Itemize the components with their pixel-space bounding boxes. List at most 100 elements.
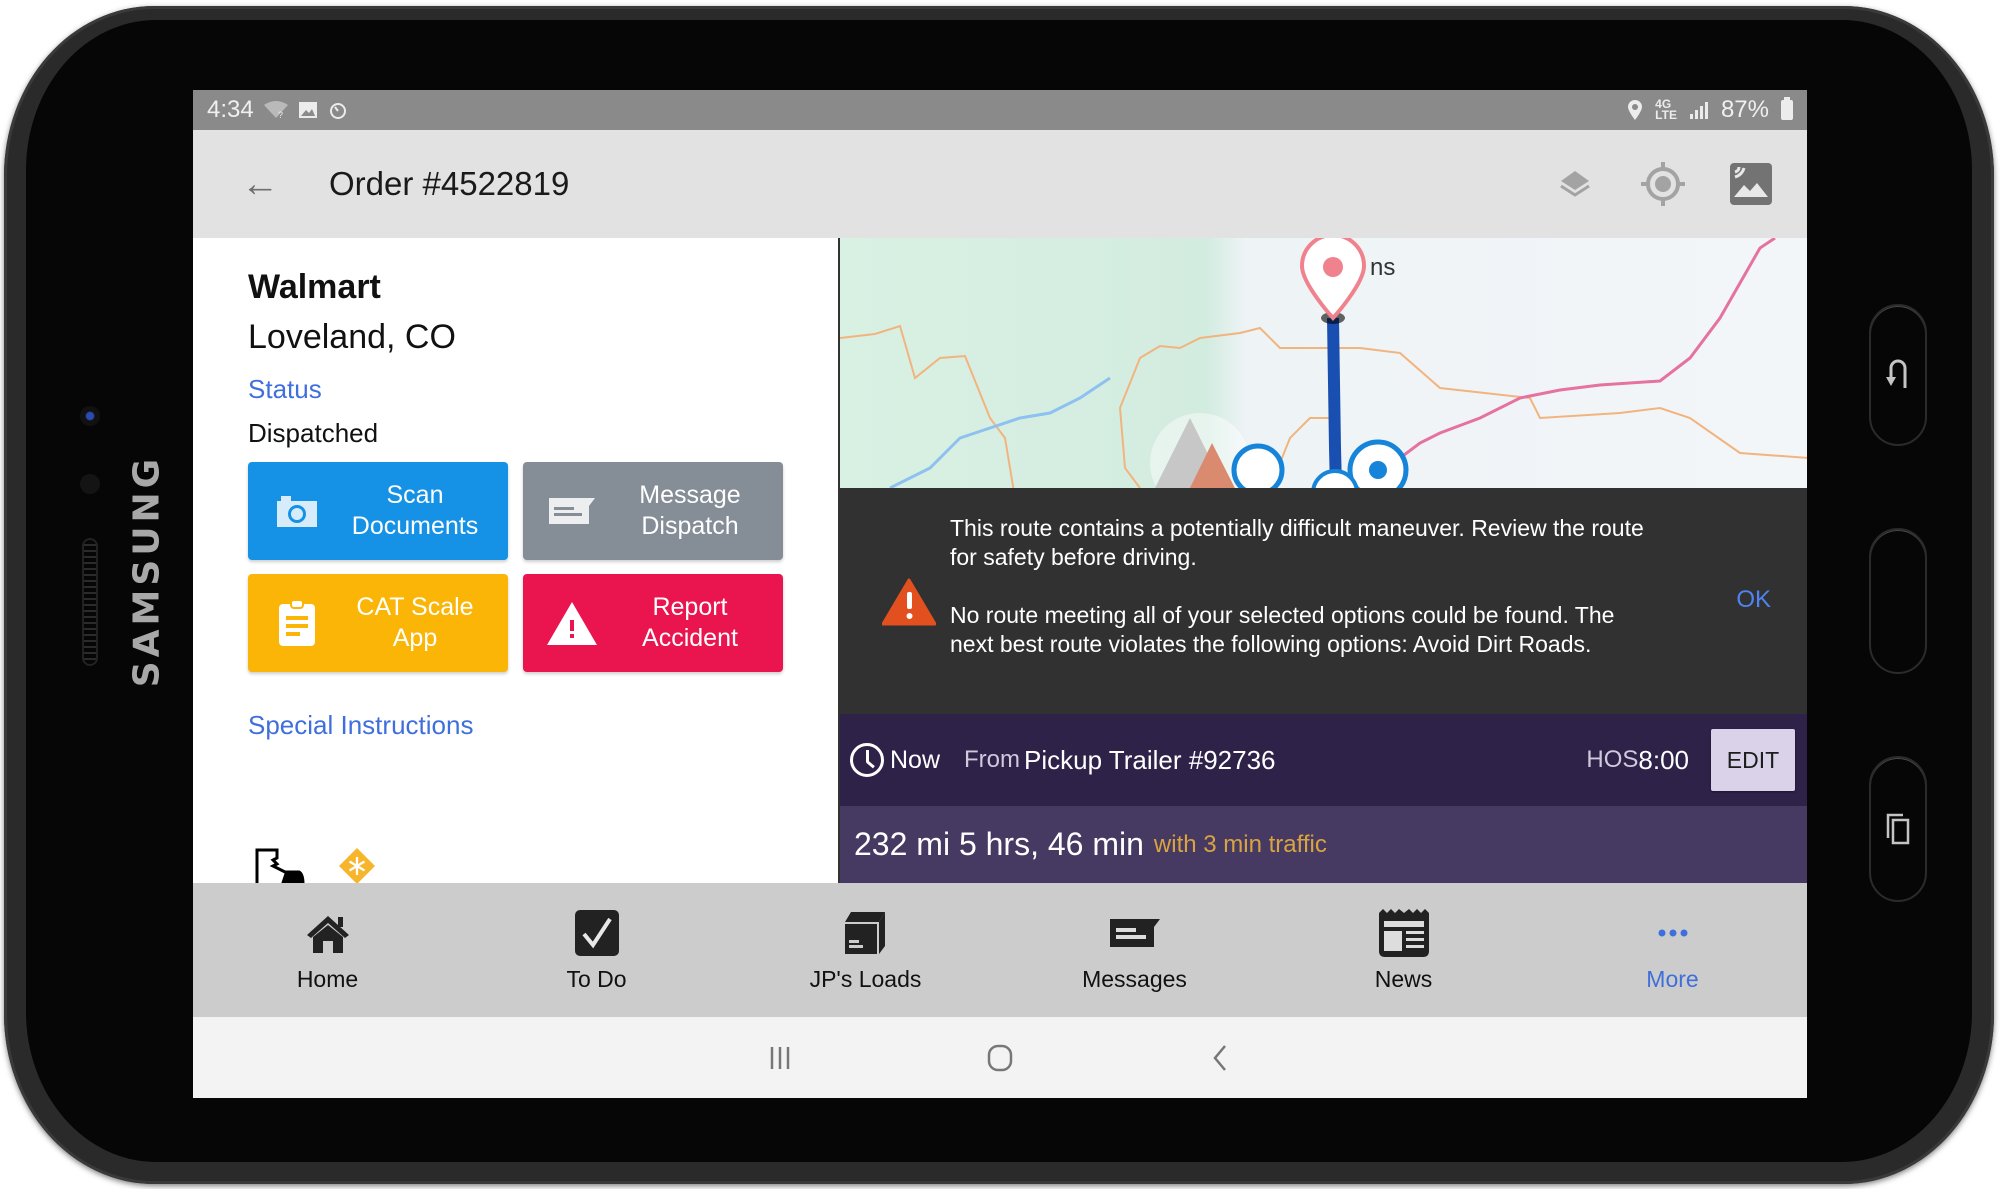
status-label: Status bbox=[248, 374, 322, 404]
report-accident-button[interactable]: Report Accident bbox=[523, 574, 783, 672]
hardware-back-button[interactable] bbox=[1869, 304, 1927, 446]
edit-route-button[interactable]: EDIT bbox=[1711, 729, 1795, 791]
nav-item-home[interactable]: Home bbox=[193, 883, 462, 1017]
liftgate-icon bbox=[255, 848, 305, 884]
signal-icon bbox=[1689, 102, 1708, 119]
back-chevron-icon bbox=[1213, 1044, 1226, 1071]
route-map-panel: ns This route contains a potentially dif… bbox=[838, 238, 1807, 883]
destination-pin-icon[interactable] bbox=[1299, 238, 1367, 321]
my-location-button[interactable] bbox=[1639, 160, 1687, 208]
clock-icon bbox=[850, 743, 884, 777]
bottom-navigation: Home To Do JP's Loads Messages News More bbox=[193, 883, 1807, 1017]
route-traffic: with 3 min traffic bbox=[1153, 830, 1327, 858]
nav-item-more[interactable]: More bbox=[1538, 883, 1807, 1017]
status-bar: 4:34 ? 4G LTE 87% bbox=[193, 90, 1807, 130]
clipboard-icon bbox=[279, 599, 315, 646]
route-alert-banner: This route contains a potentially diffic… bbox=[840, 488, 1807, 714]
recents-button[interactable] bbox=[750, 1038, 810, 1078]
back-button[interactable] bbox=[1190, 1038, 1250, 1078]
nav-label-more: More bbox=[1646, 965, 1699, 992]
alert-warning-icon bbox=[882, 578, 936, 626]
status-value: Dispatched bbox=[248, 418, 379, 448]
stop-marker-dot bbox=[1369, 461, 1387, 479]
route-info-bar: Now From Pickup Trailer #92736 HOS 8:00 … bbox=[840, 714, 1807, 806]
stop-marker[interactable] bbox=[1231, 443, 1285, 488]
scan-documents-label: Scan Documents bbox=[351, 481, 479, 540]
nav-item-todo[interactable]: To Do bbox=[462, 883, 731, 1017]
nav-item-loads[interactable]: JP's Loads bbox=[731, 883, 1000, 1017]
u-turn-back-icon bbox=[1886, 359, 1907, 388]
nav-item-messages[interactable]: Messages bbox=[1000, 883, 1269, 1017]
recents-icon bbox=[770, 1046, 790, 1069]
message-icon bbox=[1109, 918, 1160, 947]
location-icon bbox=[1628, 100, 1643, 120]
battery-percent: 87% bbox=[1720, 96, 1769, 123]
layers-icon bbox=[1560, 171, 1590, 197]
message-dispatch-button[interactable]: Message Dispatch bbox=[523, 462, 783, 560]
page-title: Order #4522819 bbox=[329, 165, 570, 202]
box-icon bbox=[844, 911, 885, 954]
timer-icon bbox=[329, 103, 346, 119]
svg-text:?: ? bbox=[278, 110, 283, 119]
report-accident-label: Report Accident bbox=[642, 593, 738, 652]
pin-dot bbox=[1323, 257, 1343, 277]
route-line bbox=[1327, 317, 1342, 488]
speaker-grille bbox=[82, 538, 98, 666]
nav-label-home: Home bbox=[296, 965, 359, 992]
4g-lte-icon: 4G LTE bbox=[1655, 97, 1677, 122]
alert-message-options: No route meeting all of your selected op… bbox=[950, 602, 1615, 657]
hardware-recent-apps-button[interactable] bbox=[1869, 756, 1927, 902]
nav-label-loads: JP's Loads bbox=[809, 965, 922, 992]
route-origin: Pickup Trailer #92736 bbox=[1024, 744, 1276, 775]
warning-icon bbox=[547, 602, 597, 645]
camera-icon bbox=[277, 496, 317, 527]
recent-apps-icon bbox=[1886, 813, 1910, 845]
nav-item-news[interactable]: News bbox=[1269, 883, 1538, 1017]
home-button[interactable] bbox=[970, 1038, 1030, 1078]
brand-logo: SAMSUNG bbox=[126, 454, 168, 688]
hos-value: 8:00 bbox=[1638, 744, 1689, 775]
my-location-icon bbox=[1641, 162, 1685, 206]
hos-label: HOS bbox=[1586, 746, 1639, 773]
hardware-home-button[interactable] bbox=[1869, 528, 1927, 674]
more-dots-icon bbox=[1658, 929, 1687, 936]
scan-documents-button[interactable]: Scan Documents bbox=[248, 462, 508, 560]
route-departure-time[interactable]: Now bbox=[890, 746, 940, 775]
map-road bbox=[840, 324, 1015, 488]
nav-label-todo: To Do bbox=[566, 965, 627, 992]
customer-city: Loveland, CO bbox=[248, 318, 456, 356]
light-sensor bbox=[80, 474, 100, 494]
status-time: 4:34 bbox=[207, 96, 254, 123]
nav-label-news: News bbox=[1374, 965, 1433, 992]
system-navigation-bar bbox=[193, 1017, 1807, 1098]
battery-icon bbox=[1781, 97, 1793, 120]
route-summary-bar: 232 mi 5 hrs, 46 min with 3 min traffic bbox=[840, 806, 1807, 883]
map-place-label: ns bbox=[1370, 254, 1396, 281]
alert-message-maneuver: This route contains a potentially diffic… bbox=[950, 515, 1644, 570]
front-camera bbox=[80, 406, 100, 426]
map-style-button[interactable] bbox=[1727, 160, 1775, 208]
customer-name: Walmart bbox=[248, 268, 381, 306]
todo-check-icon bbox=[574, 909, 619, 956]
cat-scale-app-button[interactable]: CAT Scale App bbox=[248, 574, 508, 672]
map-view[interactable]: ns bbox=[840, 238, 1807, 488]
map-style-icon bbox=[1730, 163, 1772, 205]
wifi-unknown-icon: ? bbox=[263, 101, 288, 119]
tablet-screen: 4:34 ? 4G LTE 87% ← Order #4522819 Walma… bbox=[193, 90, 1807, 1098]
refrigerated-icon bbox=[339, 848, 375, 884]
alert-ok-button[interactable]: OK bbox=[1736, 586, 1771, 614]
layers-button[interactable] bbox=[1551, 160, 1599, 208]
message-icon bbox=[549, 498, 595, 524]
back-arrow-icon[interactable]: ← bbox=[241, 163, 281, 206]
image-icon bbox=[298, 102, 317, 118]
newspaper-icon bbox=[1378, 908, 1429, 957]
map-overlay bbox=[840, 238, 1807, 488]
map-highway bbox=[1378, 238, 1776, 488]
route-from-label: From bbox=[964, 746, 1021, 773]
cat-scale-app-label: CAT Scale App bbox=[356, 593, 474, 652]
message-dispatch-label: Message Dispatch bbox=[639, 481, 741, 540]
home-icon bbox=[306, 915, 349, 953]
order-details-panel: Walmart Loveland, CO Status Dispatched S… bbox=[193, 238, 838, 884]
home-circle-icon bbox=[987, 1044, 1013, 1071]
special-instructions-link[interactable]: Special Instructions bbox=[248, 710, 473, 741]
